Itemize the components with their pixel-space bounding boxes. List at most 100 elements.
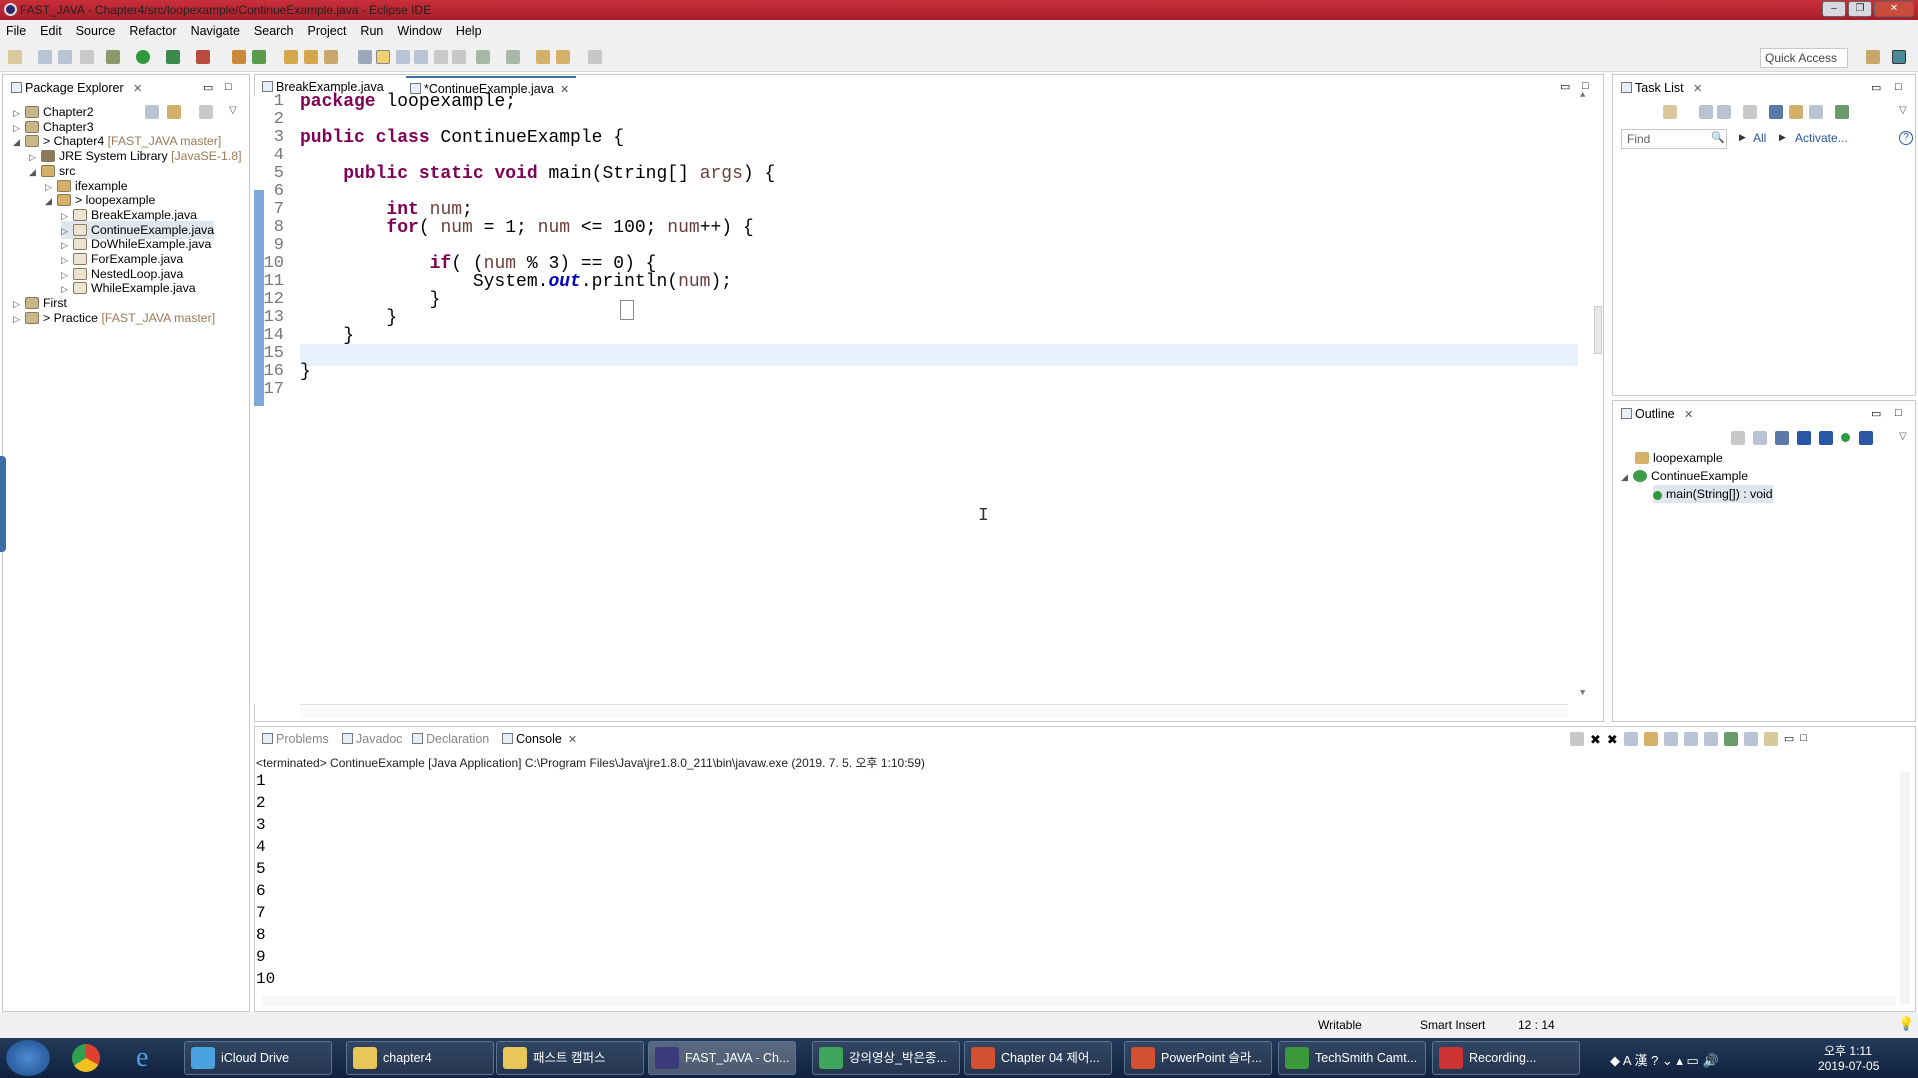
open-task-icon[interactable]: [304, 50, 318, 64]
external-tools-icon[interactable]: [196, 50, 210, 64]
last-edit-icon[interactable]: [536, 50, 550, 64]
system-tray-icons[interactable]: ◆ A 漢 ? ⌄ ▴ ▭ 🔊: [1610, 1050, 1719, 1069]
editor-minimize-icon[interactable]: ▭: [1560, 80, 1570, 93]
show-on-output-icon[interactable]: [1683, 732, 1698, 746]
remove-all-icon[interactable]: ✖: [1607, 732, 1618, 748]
toggle-highlight-icon[interactable]: [376, 50, 390, 64]
open-perspective-icon[interactable]: [1866, 50, 1880, 64]
filter-icon[interactable]: [1743, 105, 1757, 119]
expand-icon[interactable]: ◢: [1621, 468, 1633, 486]
menu-refactor[interactable]: Refactor: [129, 24, 176, 38]
sort-icon[interactable]: [1775, 431, 1789, 445]
remove-launch-icon[interactable]: ✖: [1590, 732, 1601, 748]
java-perspective-icon[interactable]: [1892, 50, 1906, 64]
code-line[interactable]: }: [300, 326, 354, 346]
menu-project[interactable]: Project: [308, 24, 347, 38]
minimize-icon[interactable]: ▭: [203, 81, 213, 94]
help-icon[interactable]: ?: [1899, 131, 1913, 145]
menu-file[interactable]: File: [6, 24, 26, 38]
search-icon[interactable]: [324, 50, 338, 64]
new-package-icon[interactable]: [232, 50, 246, 64]
menu-window[interactable]: Window: [397, 24, 441, 38]
open-console-icon[interactable]: [1763, 732, 1778, 746]
tab-javadoc[interactable]: Javadoc: [338, 728, 403, 750]
activate-link[interactable]: Activate...: [1795, 131, 1848, 145]
scheduled-icon[interactable]: [1717, 105, 1731, 119]
code-line[interactable]: package loopexample;: [300, 92, 516, 112]
hide-completed-icon[interactable]: [1769, 105, 1783, 119]
focus-icon[interactable]: [1731, 431, 1745, 445]
hide-nonpublic-icon[interactable]: [1841, 433, 1850, 442]
tab-console[interactable]: Console ✕: [498, 728, 577, 750]
pilcrow-icon[interactable]: [452, 50, 466, 64]
sync-icon[interactable]: [1835, 105, 1849, 119]
code-line[interactable]: if( (num % 3) == 0) {: [300, 254, 657, 274]
menu-help[interactable]: Help: [456, 24, 482, 38]
coverage-icon[interactable]: [166, 50, 180, 64]
internet-explorer-icon[interactable]: e: [136, 1043, 166, 1073]
show-on-error-icon[interactable]: [1703, 732, 1718, 746]
code-line[interactable]: System.out.println(num);: [300, 272, 732, 292]
quick-access-field[interactable]: Quick Access: [1760, 48, 1848, 68]
close-icon[interactable]: ✕: [568, 734, 577, 746]
prev-annotation-icon[interactable]: [506, 50, 520, 64]
code-line[interactable]: public static void main(String[] args) {: [300, 164, 775, 184]
new-task-icon[interactable]: [1663, 105, 1677, 119]
all-link[interactable]: All: [1753, 131, 1766, 145]
tab-package-explorer[interactable]: Package Explorer ✕: [7, 77, 142, 99]
outline-item-method[interactable]: main(String[]) : void: [1653, 485, 1773, 503]
tree-item[interactable]: ▷ WhileExample.java: [61, 279, 196, 297]
editor-overview-ruler[interactable]: [1594, 306, 1602, 354]
maximize-icon[interactable]: □: [1800, 732, 1807, 748]
code-editor[interactable]: 1 package loopexample; 2 3 public class Cont…: [254, 90, 1585, 704]
minimize-icon[interactable]: ▭: [1871, 407, 1881, 420]
hide-local-types-icon[interactable]: [1859, 431, 1873, 445]
code-line[interactable]: }: [300, 290, 441, 310]
outline-item-class[interactable]: ◢ ContinueExample: [1621, 467, 1748, 485]
outline-item-package[interactable]: loopexample: [1635, 449, 1723, 467]
tab-declaration[interactable]: Declaration: [408, 728, 489, 750]
show-whitespace-icon[interactable]: [434, 50, 448, 64]
taskbar-item[interactable]: iCloud Drive: [184, 1041, 332, 1075]
word-wrap-icon[interactable]: [1663, 732, 1678, 746]
save-icon[interactable]: [38, 50, 52, 64]
debug-icon[interactable]: [106, 50, 120, 64]
maximize-icon[interactable]: □: [1895, 81, 1902, 93]
minimize-button[interactable]: ‒: [1822, 1, 1846, 17]
view-menu-icon[interactable]: ▽: [229, 105, 237, 116]
menu-run[interactable]: Run: [360, 24, 383, 38]
maximize-icon[interactable]: □: [1895, 407, 1902, 419]
toggle-mark-occurrences-icon[interactable]: [358, 50, 372, 64]
menu-source[interactable]: Source: [76, 24, 116, 38]
taskbar-item[interactable]: TechSmith Camt...: [1278, 1041, 1426, 1075]
taskbar-item[interactable]: 패스트 캠퍼스: [496, 1041, 644, 1075]
expand-icon[interactable]: ◢: [29, 163, 41, 181]
code-line[interactable]: for( num = 1; num <= 100; num++) {: [300, 218, 753, 238]
code-line[interactable]: public class ContinueExample {: [300, 128, 624, 148]
close-icon[interactable]: ✕: [1684, 409, 1693, 421]
minimize-icon[interactable]: ▭: [1784, 732, 1794, 748]
tree-item[interactable]: ▷ > Practice [FAST_JAVA master]: [13, 309, 215, 327]
taskbar-item[interactable]: Chapter 04 제어...: [964, 1041, 1112, 1075]
view-menu-icon[interactable]: ▽: [1899, 105, 1907, 116]
clear-console-icon[interactable]: [1623, 732, 1638, 746]
taskbar-item[interactable]: chapter4: [346, 1041, 494, 1075]
console-horizontal-scrollbar[interactable]: [262, 996, 1896, 1006]
new-class-icon[interactable]: [252, 50, 266, 64]
save-all-icon[interactable]: [58, 50, 72, 64]
collapse-all-icon[interactable]: [145, 105, 159, 119]
open-type-icon[interactable]: [284, 50, 298, 64]
tab-problems[interactable]: Problems: [258, 728, 329, 750]
tab-outline[interactable]: Outline ✕: [1617, 403, 1693, 425]
filter-icon[interactable]: [199, 105, 213, 119]
block-selection-icon[interactable]: [396, 50, 410, 64]
view-menu-icon[interactable]: ▽: [1899, 431, 1907, 442]
categorized-icon[interactable]: [1699, 105, 1713, 119]
taskbar-item[interactable]: FAST_JAVA - Ch...: [648, 1041, 796, 1075]
maximize-button[interactable]: ❐: [1848, 1, 1872, 17]
expand-icon[interactable]: ◢: [45, 192, 57, 210]
word-wrap-icon[interactable]: [414, 50, 428, 64]
minimize-icon[interactable]: ▭: [1871, 81, 1881, 94]
menu-search[interactable]: Search: [254, 24, 294, 38]
console-scrollbar[interactable]: [1900, 772, 1910, 1004]
